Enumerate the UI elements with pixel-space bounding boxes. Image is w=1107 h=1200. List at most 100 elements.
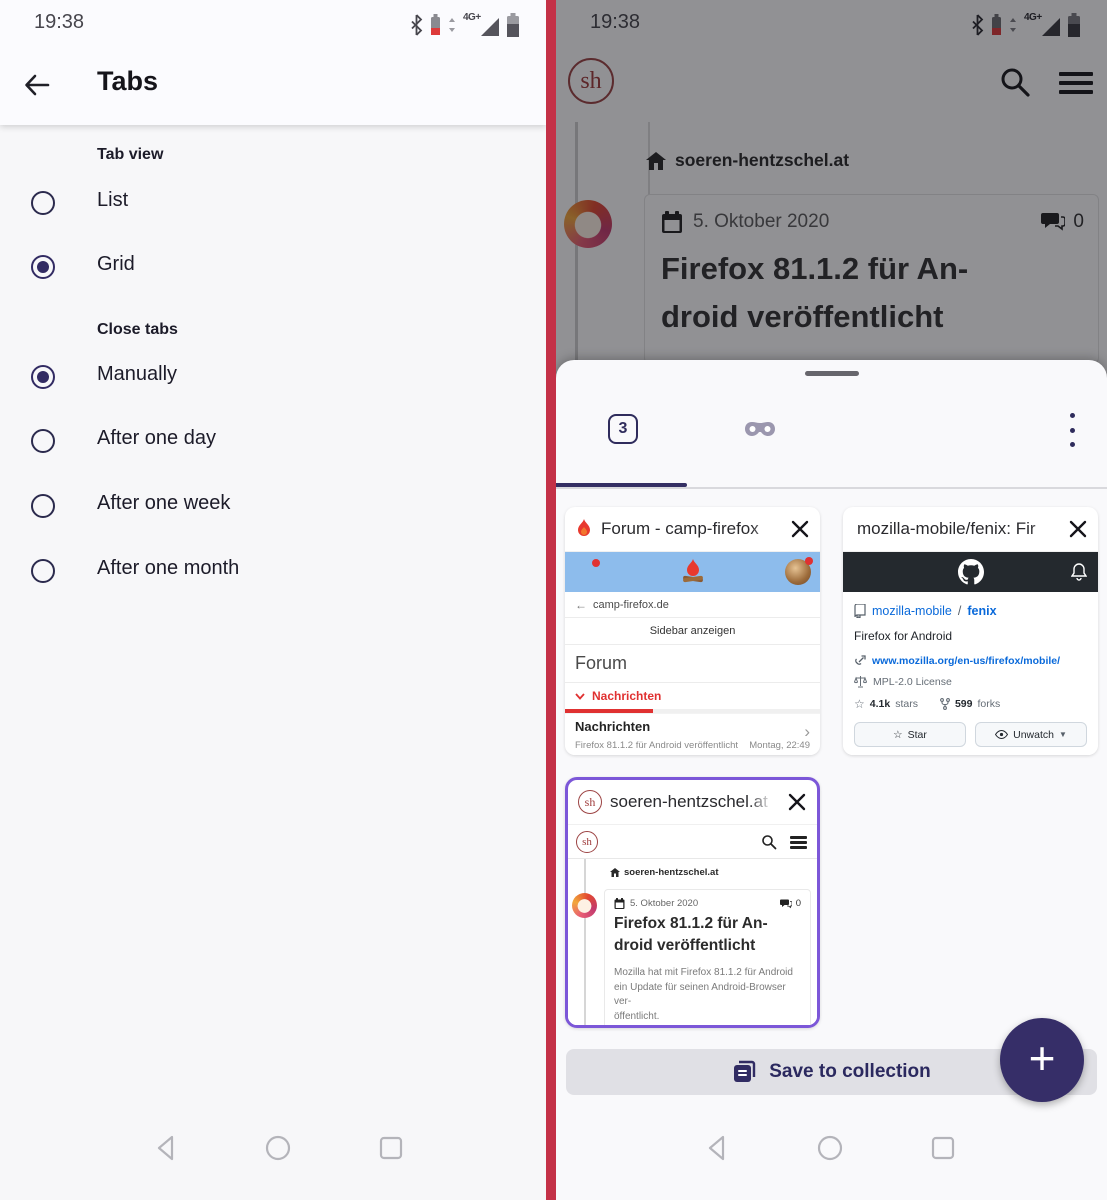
chevron-right-icon: ›	[804, 722, 810, 741]
tab-title: mozilla-mobile/fenix: Fir	[857, 519, 1060, 539]
tab-card-header: sh soeren-hentzschel.at	[568, 780, 817, 824]
back-button[interactable]	[22, 70, 54, 102]
menu-icon	[790, 836, 807, 851]
radio-option-after-one-day[interactable]: After one day	[0, 425, 546, 459]
screen: 19:38 4G+ Tabs Tab view List Grid Close …	[0, 0, 1107, 1200]
github-logo-icon	[957, 559, 984, 585]
nav-recents-button[interactable]	[377, 1134, 405, 1162]
github-repo-summary: mozilla-mobile / fenix Firefox for Andro…	[843, 592, 1098, 755]
signal-icon: 4G+	[463, 12, 499, 38]
repo-name-row: mozilla-mobile / fenix	[854, 604, 1087, 618]
settings-header: 19:38 4G+ Tabs	[0, 0, 546, 125]
caret-down-icon: ▼	[1058, 730, 1067, 739]
tab-bar-divider	[556, 487, 1107, 489]
close-tab-icon[interactable]	[787, 792, 807, 812]
new-tab-fab[interactable]: +	[1000, 1018, 1084, 1102]
license-scales-icon	[854, 676, 867, 688]
repo-description: Firefox for Android	[854, 629, 953, 643]
radio-icon[interactable]	[31, 559, 55, 583]
system-nav-left	[0, 1110, 546, 1200]
link-icon	[855, 655, 866, 665]
device-battery-icon	[431, 14, 440, 35]
mini-post-excerpt: Mozilla hat mit Firefox 81.1.2 für Andro…	[614, 967, 793, 1022]
site-favicon: sh	[578, 790, 602, 814]
chevron-down-icon	[575, 692, 585, 700]
radio-option-list[interactable]: List	[0, 187, 546, 221]
tab-card-soeren-selected[interactable]: sh soeren-hentzschel.at sh soeren-hentzs…	[565, 777, 820, 1028]
radio-selected-icon[interactable]	[31, 255, 55, 279]
forum-header-bar	[565, 552, 820, 592]
close-tab-icon[interactable]	[790, 519, 810, 539]
eye-icon	[995, 730, 1009, 739]
comments-count: 0	[779, 898, 801, 909]
search-icon	[762, 835, 777, 850]
tab-card-github[interactable]: mozilla-mobile/fenix: Fir mozilla-mobile…	[843, 507, 1098, 755]
repo-actions-row: ☆ Star Unwatch ▼	[854, 722, 1087, 747]
firefox-avatar	[572, 893, 597, 918]
comments-icon	[779, 899, 792, 908]
private-mask-icon	[745, 422, 775, 436]
radio-icon[interactable]	[31, 494, 55, 518]
private-tabs-tab[interactable]	[744, 420, 776, 438]
campfire-favicon	[578, 519, 590, 536]
section-label-tab-view: Tab view	[97, 146, 164, 163]
tab-tray-sheet: 3 Forum - camp-firefox ← camp-firefox.de…	[556, 360, 1107, 1200]
user-avatar	[785, 557, 813, 585]
close-tab-icon[interactable]	[1068, 519, 1088, 539]
tab-card-header: Forum - camp-firefox	[565, 507, 820, 551]
mini-site-header: sh	[568, 825, 817, 859]
back-arrow-icon: ←	[575, 597, 587, 612]
page-title: Tabs	[97, 66, 159, 96]
radio-label: Manually	[97, 363, 178, 385]
tab-title: Forum - camp-firefox	[601, 519, 782, 539]
battery-icon	[507, 13, 519, 37]
radio-option-grid[interactable]: Grid	[0, 251, 546, 285]
radio-selected-icon[interactable]	[31, 365, 55, 389]
tray-menu-button[interactable]	[1068, 413, 1076, 447]
page-gutter	[584, 859, 586, 1025]
nav-recents-button[interactable]	[929, 1134, 957, 1162]
tab-thumbnail: sh soeren-hentzschel.at 5. Oktober 2020 …	[568, 824, 817, 1025]
radio-option-after-one-month[interactable]: After one month	[0, 555, 546, 589]
nav-back-button[interactable]	[152, 1134, 180, 1162]
system-nav-right	[556, 1110, 1107, 1200]
forum-list-item: Nachrichten › Firefox 81.1.2 für Android…	[565, 713, 820, 755]
active-tab-indicator	[556, 483, 687, 487]
drag-handle[interactable]	[804, 371, 859, 376]
mini-post-meta: 5. Oktober 2020 0	[614, 898, 801, 909]
radio-label: After one month	[97, 557, 240, 579]
star-icon: ☆	[893, 728, 903, 741]
fork-icon	[940, 698, 950, 710]
browser-panel: 19:38 4G+ sh soeren-hentzschel.at 5. Okt…	[556, 0, 1107, 1200]
mini-post-title: Firefox 81.1.2 für An- droid veröffentli…	[614, 915, 768, 954]
nav-home-button[interactable]	[264, 1134, 292, 1162]
radio-icon[interactable]	[31, 429, 55, 453]
nav-back-button[interactable]	[703, 1134, 731, 1162]
forum-breadcrumb: ← camp-firefox.de	[565, 592, 820, 618]
repo-website-row: www.mozilla.org/en-us/firefox/mobile/	[854, 655, 1087, 667]
notifications-bell-icon	[1071, 563, 1087, 581]
collections-icon	[734, 1060, 756, 1082]
nav-home-button[interactable]	[816, 1134, 844, 1162]
star-icon: ☆	[854, 697, 865, 711]
forum-heading: Forum	[565, 645, 820, 683]
radio-label: After one day	[97, 427, 216, 449]
status-icons: 4G+	[410, 12, 520, 38]
repo-icon	[854, 604, 866, 618]
tab-card-forum[interactable]: Forum - camp-firefox ← camp-firefox.de S…	[565, 507, 820, 755]
forum-category: Nachrichten	[565, 683, 820, 709]
github-header-bar	[843, 552, 1098, 592]
radio-option-manually[interactable]: Manually	[0, 361, 546, 395]
tab-title: soeren-hentzschel.at	[610, 792, 779, 812]
home-icon	[610, 868, 620, 877]
tab-thumbnail: mozilla-mobile / fenix Firefox for Andro…	[843, 551, 1098, 755]
status-bar-left: 19:38 4G+	[0, 0, 546, 48]
radio-option-after-one-week[interactable]: After one week	[0, 490, 546, 524]
settings-panel: 19:38 4G+ Tabs Tab view List Grid Close …	[0, 0, 546, 1200]
repo-stats-row: ☆ 4.1k stars 599 forks	[854, 697, 1001, 711]
breadcrumb: soeren-hentzschel.at	[610, 867, 719, 878]
radio-icon[interactable]	[31, 191, 55, 215]
star-button: ☆ Star	[854, 722, 966, 747]
normal-tabs-tab[interactable]: 3	[608, 414, 638, 444]
tab-card-header: mozilla-mobile/fenix: Fir	[843, 507, 1098, 551]
